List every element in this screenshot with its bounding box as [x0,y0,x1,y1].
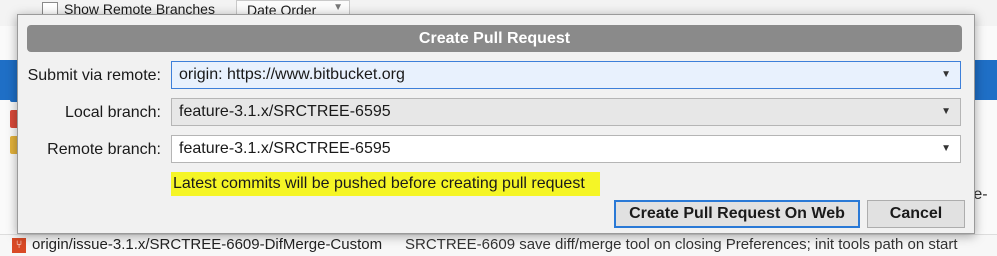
local-branch-select[interactable]: feature-3.1.x/SRCTREE-6595 ▼ [171,98,961,126]
submit-remote-value: origin: https://www.bitbucket.org [179,66,405,83]
branch-icon: ⑂ [12,238,26,253]
chevron-down-icon[interactable]: ▼ [941,136,951,162]
create-pull-request-on-web-button[interactable]: Create Pull Request On Web [614,200,860,228]
remote-branch-label: Remote branch: [47,141,161,158]
selected-row-highlight [975,60,997,100]
create-pull-request-dialog: Create Pull Request Submit via remote: o… [17,14,975,234]
submit-remote-label: Submit via remote: [27,67,161,84]
chevron-down-icon[interactable]: ▼ [941,99,951,125]
dialog-title: Create Pull Request [27,25,962,52]
background-commit-row[interactable]: ⑂ origin/issue-3.1.x/SRCTREE-6609-DifMer… [0,234,997,256]
chevron-down-icon[interactable]: ▼ [941,62,951,88]
push-notice: Latest commits will be pushed before cre… [171,172,600,196]
branch-name: origin/issue-3.1.x/SRCTREE-6609-DifMerge… [32,236,383,253]
submit-remote-select[interactable]: origin: https://www.bitbucket.org ▼ [171,61,961,89]
local-branch-label: Local branch: [64,104,161,121]
chevron-down-icon: ▼ [333,2,343,13]
remote-branch-combobox[interactable]: feature-3.1.x/SRCTREE-6595 ▼ [171,135,961,163]
remote-branch-value: feature-3.1.x/SRCTREE-6595 [179,140,391,157]
commit-message: SRCTREE-6609 save diff/merge tool on clo… [405,236,958,253]
local-branch-value: feature-3.1.x/SRCTREE-6595 [179,103,391,120]
cancel-button[interactable]: Cancel [867,200,965,228]
